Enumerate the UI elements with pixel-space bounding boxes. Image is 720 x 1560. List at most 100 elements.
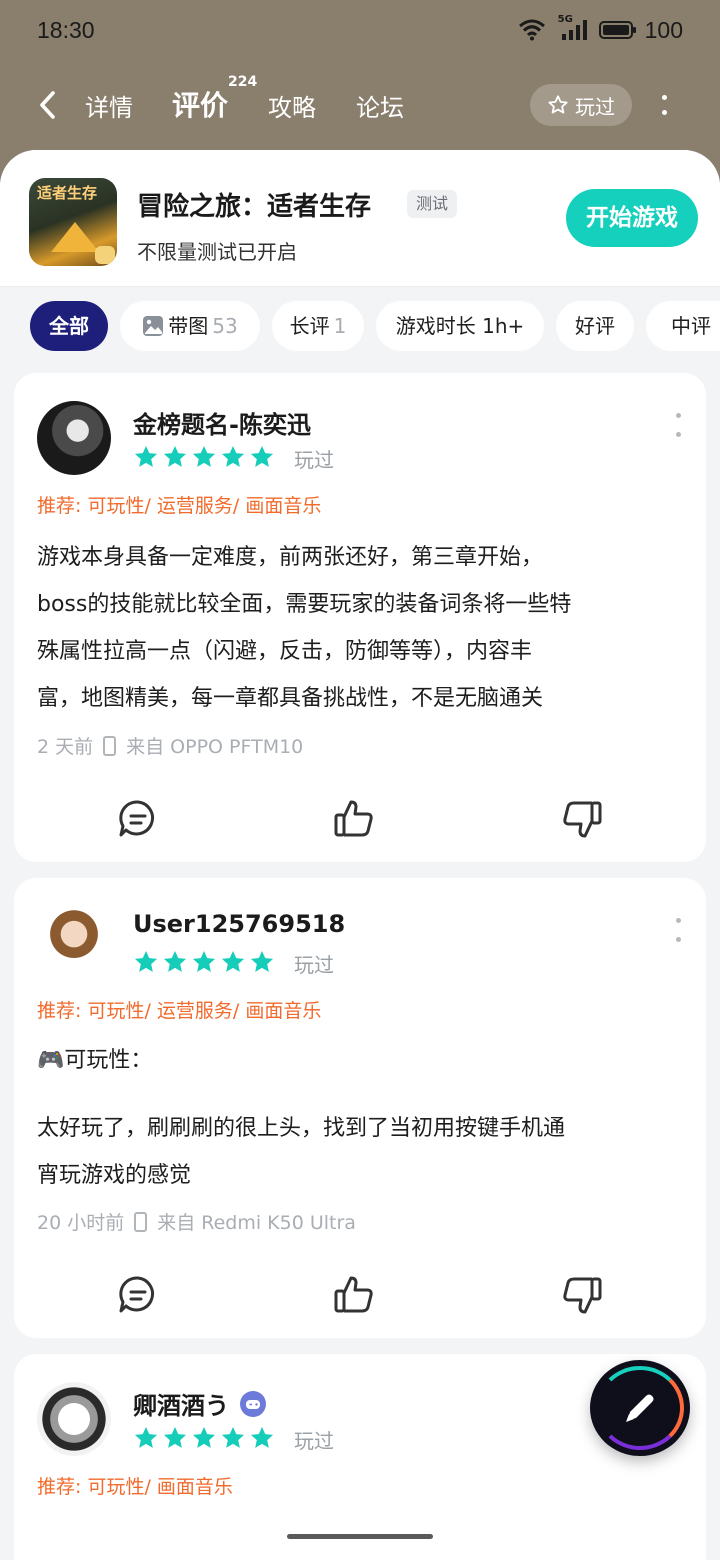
status-icons: 5G 100 [518,14,683,44]
battery-icon [598,21,636,39]
review-device: 来自 Redmi K50 Ultra [157,1212,356,1234]
edit-pen-icon [626,1394,654,1422]
review-body[interactable]: 太好玩了，刷刷刷的很上头，找到了当初用按键手机通 宵玩游戏的感觉 [37,1105,687,1199]
review-device: 来自 OPPO PFTM10 [126,736,304,758]
star-icon [134,445,158,467]
played-button-label: 玩过 [575,94,615,119]
start-game-button[interactable]: 开始游戏 [566,189,698,247]
filter-positive[interactable]: 好评 [556,301,634,351]
reviewer-name[interactable]: User125769518 [133,910,345,938]
review-actions [14,1273,706,1323]
review-body[interactable]: 游戏本身具备一定难度，前两张还好，第三章开始， boss的技能就比较全面，需要玩… [37,534,687,722]
reviewer-name[interactable]: 卿酒酒う [133,1386,229,1421]
status-time: 18:30 [37,16,95,43]
back-arrow-icon[interactable] [34,88,62,122]
review-line: 宵玩游戏的感觉 [37,1163,192,1188]
review-actions [14,797,706,847]
review-card: User125769518 玩过 推荐: 可玩性/ 运营服务/ 画面音乐 🎮可玩… [14,878,706,1338]
recommend-tags: 推荐: 可玩性/ 画面音乐 [37,1476,233,1498]
game-subtitle: 不限量测试已开启 [137,240,297,264]
rating-stars [133,444,275,470]
star-icon [134,950,158,972]
star-icon [250,445,274,467]
game-info-card: 适者生存 冒险之旅：适者生存 测试 不限量测试已开启 开始游戏 [0,150,720,287]
avatar[interactable] [37,906,111,980]
cell-signal-icon: 5G [558,14,587,40]
review-line: 富，地图精美，每一章都具备挑战性，不是无脑通关 [37,686,544,711]
thumb-down-icon[interactable] [560,1273,604,1317]
tab-reviews[interactable]: 评价 [172,84,229,126]
played-status: 玩过 [294,1429,334,1453]
write-review-button[interactable] [590,1360,690,1456]
gamepad-badge-icon [240,1390,266,1417]
filter-all-label: 全部 [49,314,89,338]
content-sheet: 适者生存 冒险之旅：适者生存 测试 不限量测试已开启 开始游戏 全部 带图 53 … [0,150,720,1560]
avatar[interactable] [37,1382,111,1456]
review-line: 殊属性拉高一点（闪避，反击，防御等等），内容丰 [37,639,533,664]
star-outline-icon [548,95,568,114]
filter-playtime-label: 游戏时长 1h+ [395,314,525,338]
image-icon [143,316,164,336]
rating-stars [133,1425,275,1451]
review-meta: 2 天前 来自 OPPO PFTM10 [37,732,303,759]
filter-long-review[interactable]: 长评 1 [272,301,364,351]
status-bar: 18:30 5G 100 [0,0,720,60]
star-icon [163,950,187,972]
star-icon [192,950,216,972]
star-icon [250,1426,274,1448]
star-icon [221,950,245,972]
test-tag: 测试 [407,190,458,218]
star-icon [221,445,245,467]
battery-level: 100 [644,16,683,43]
filter-playtime[interactable]: 游戏时长 1h+ [376,301,544,351]
network-type: 5G [557,14,573,25]
review-count-badge: 224 [228,74,258,90]
review-more-icon[interactable] [674,413,682,437]
filter-positive-label: 好评 [575,314,615,338]
phone-icon [103,735,117,756]
star-icon [192,1426,216,1448]
filter-long-review-count: 1 [333,314,347,338]
star-icon [134,1426,158,1448]
more-menu-icon[interactable] [656,92,672,118]
rating-stars [133,949,275,975]
reviewer-name[interactable]: 金榜题名-陈奕迅 [133,405,311,440]
star-icon [221,1426,245,1448]
review-time: 2 天前 [37,736,94,758]
review-heading: 🎮可玩性： [37,1048,153,1073]
filter-all[interactable]: 全部 [30,301,108,351]
filter-with-images-count: 53 [212,314,238,338]
played-status: 玩过 [294,448,334,472]
reviewer-name-row: 卿酒酒う [133,1386,267,1421]
review-more-icon[interactable] [674,918,682,942]
avatar[interactable] [37,401,111,475]
filter-with-images-label: 带图 [168,314,209,338]
tab-guides[interactable]: 攻略 [268,88,316,123]
played-status: 玩过 [294,953,334,977]
star-icon [163,1426,187,1448]
star-icon [192,445,216,467]
thumb-up-icon[interactable] [332,797,376,841]
star-icon [163,445,187,467]
review-line: 太好玩了，刷刷刷的很上头，找到了当初用按键手机通 [37,1116,566,1141]
played-button[interactable]: 玩过 [530,84,632,126]
game-icon[interactable]: 适者生存 [29,178,117,266]
filter-with-images[interactable]: 带图 53 [120,301,260,351]
review-meta: 20 小时前 来自 Redmi K50 Ultra [37,1208,356,1235]
comment-icon[interactable] [116,1273,160,1317]
filter-bar: 全部 带图 53 长评 1 游戏时长 1h+ 好评 中评 [0,287,720,367]
top-nav: 详情 评价 224 攻略 论坛 玩过 [0,72,720,138]
tab-details[interactable]: 详情 [85,88,133,123]
home-indicator[interactable] [287,1534,433,1539]
thumb-up-icon[interactable] [332,1273,376,1317]
tab-reviews-label: 评价 [172,89,229,122]
game-icon-text: 适者生存 [37,184,98,202]
tab-forum[interactable]: 论坛 [356,88,404,123]
phone-icon [134,1211,148,1232]
filter-neutral[interactable]: 中评 [646,301,720,351]
comment-icon[interactable] [116,797,160,841]
game-name: 冒险之旅：适者生存 [137,192,372,222]
wifi-icon [518,19,545,41]
review-card: 金榜题名-陈奕迅 玩过 推荐: 可玩性/ 运营服务/ 画面音乐 游戏本身具备一定… [14,373,706,862]
thumb-down-icon[interactable] [560,797,604,841]
